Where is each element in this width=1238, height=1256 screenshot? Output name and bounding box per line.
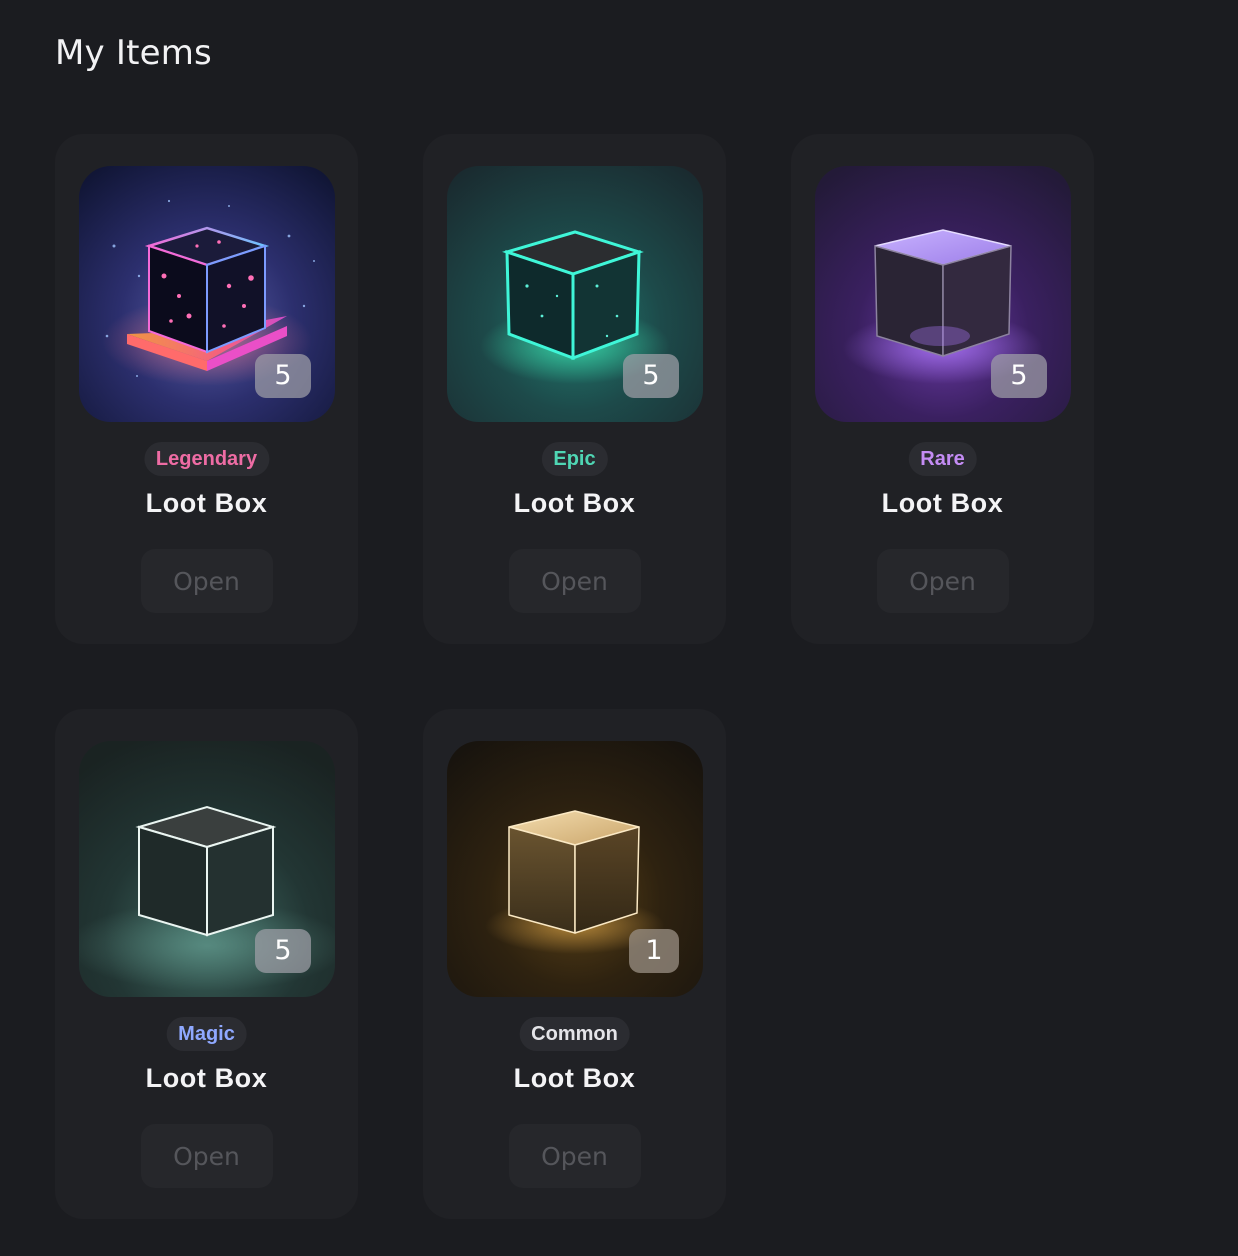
item-thumbnail[interactable]: 5 <box>79 741 335 997</box>
items-grid: 5 Legendary Loot Box Open 5 Epic Loot Bo… <box>55 134 1094 1219</box>
rarity-badge: Legendary <box>143 442 270 476</box>
item-thumbnail[interactable]: 5 <box>79 166 335 422</box>
item-thumbnail[interactable]: 1 <box>447 741 703 997</box>
open-button[interactable]: Open <box>140 1124 273 1188</box>
item-card-rare[interactable]: 5 Rare Loot Box Open <box>791 134 1094 644</box>
item-card-common[interactable]: 1 Common Loot Box Open <box>423 709 726 1219</box>
rarity-badge: Common <box>519 1017 630 1051</box>
item-name: Loot Box <box>145 1063 268 1093</box>
rarity-badge: Epic <box>541 442 608 476</box>
item-count-badge: 1 <box>629 929 679 973</box>
open-button[interactable]: Open <box>140 549 273 613</box>
item-count-badge: 5 <box>991 354 1047 398</box>
item-count-badge: 5 <box>255 929 311 973</box>
rarity-badge: Rare <box>908 442 977 476</box>
item-count-badge: 5 <box>255 354 311 398</box>
item-card-epic[interactable]: 5 Epic Loot Box Open <box>423 134 726 644</box>
open-button[interactable]: Open <box>508 549 641 613</box>
item-card-legendary[interactable]: 5 Legendary Loot Box Open <box>55 134 358 644</box>
item-thumbnail[interactable]: 5 <box>815 166 1071 422</box>
item-card-magic[interactable]: 5 Magic Loot Box Open <box>55 709 358 1219</box>
open-button[interactable]: Open <box>508 1124 641 1188</box>
item-name: Loot Box <box>513 488 636 518</box>
item-name: Loot Box <box>513 1063 636 1093</box>
item-name: Loot Box <box>145 488 268 518</box>
rarity-badge: Magic <box>166 1017 247 1051</box>
page-title: My Items <box>55 33 212 73</box>
item-count-badge: 5 <box>623 354 679 398</box>
open-button[interactable]: Open <box>876 549 1009 613</box>
item-thumbnail[interactable]: 5 <box>447 166 703 422</box>
item-name: Loot Box <box>881 488 1004 518</box>
